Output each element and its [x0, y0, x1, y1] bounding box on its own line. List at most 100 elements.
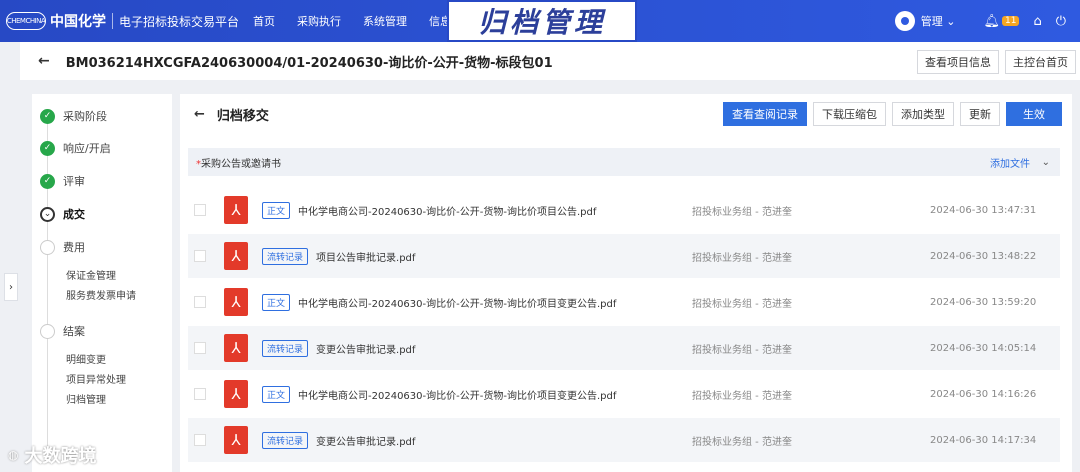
section-header: *采购公告或邀请书 添加文件 ⌄ — [188, 148, 1060, 176]
step-close[interactable]: 结案 — [40, 323, 85, 339]
file-tag: 流转记录 — [262, 431, 309, 449]
chevron-down-icon[interactable]: ⌄ — [1042, 157, 1050, 168]
pdf-icon: ⅄ — [224, 242, 248, 270]
file-row[interactable]: ⅄ 正文 中化学电商公司-20240630-询比价-公开-货物-询比价项目公告.… — [188, 188, 1060, 232]
notification-badge: 11 — [1001, 16, 1020, 26]
add-file-link[interactable]: 添加文件 — [990, 155, 1030, 170]
file-uploader: 招投标业务组 - 范进奎 — [692, 206, 792, 218]
update-button[interactable]: 更新 — [960, 102, 1000, 126]
panel-header: ← 归档移交 查看查阅记录 下载压缩包 添加类型 更新 生效 — [180, 94, 1072, 134]
file-time: 2024-06-30 14:17:34 — [930, 434, 1037, 446]
watermark: ◍ 大数跨境 — [8, 442, 96, 468]
file-row[interactable]: ⅄ 流转记录 变更公告审批记录.pdf 招投标业务组 - 范进奎 2024-06… — [188, 418, 1060, 462]
row-checkbox[interactable] — [194, 434, 206, 446]
user-name[interactable]: 管理 ⌄ — [921, 13, 956, 29]
archive-transfer-panel: ← 归档移交 查看查阅记录 下载压缩包 添加类型 更新 生效 *采购公告或邀请书… — [180, 94, 1072, 472]
user-icon — [900, 17, 909, 25]
step-award[interactable]: ⌄ 成交 — [40, 206, 85, 222]
banner-title: 归档管理 — [477, 6, 606, 39]
pdf-icon: ⅄ — [224, 288, 248, 316]
bell-icon[interactable]: 🔔︎ — [983, 14, 1000, 29]
project-header: ← BM036214HXCGFA240630004/01-20240630-询比… — [20, 42, 1080, 80]
pdf-icon: ⅄ — [224, 426, 248, 454]
row-checkbox[interactable] — [194, 388, 206, 400]
logo-text: 中国化学 — [50, 14, 106, 30]
logout-icon[interactable]: ⏻ — [1056, 14, 1066, 29]
avatar[interactable] — [894, 11, 915, 31]
file-uploader: 招投标业务组 - 范进奎 — [692, 344, 792, 356]
logo[interactable]: CHEMCHINA 中国化学 — [6, 11, 106, 31]
view-project-info-button[interactable]: 查看项目信息 — [917, 50, 999, 74]
header-actions: 查看项目信息 主控台首页 — [911, 50, 1076, 74]
file-tag: 流转记录 — [262, 339, 309, 357]
sidebar-item-deposit-management[interactable]: 保证金管理 — [66, 267, 116, 282]
file-tag: 正文 — [262, 385, 291, 403]
nav-home[interactable]: 首页 — [253, 13, 275, 29]
file-row[interactable]: ⅄ 流转记录 项目公告审批记录.pdf 招投标业务组 - 范进奎 2024-06… — [188, 234, 1060, 278]
step-response[interactable]: ✓ 响应/开启 — [40, 140, 111, 156]
step-label: 采购阶段 — [63, 110, 107, 123]
nav-system-management[interactable]: 系统管理 — [363, 13, 407, 29]
file-row[interactable]: ⅄ 流转记录 变更公告审批记录.pdf 招投标业务组 - 范进奎 2024-06… — [188, 326, 1060, 370]
add-type-button[interactable]: 添加类型 — [892, 102, 954, 126]
chevron-down-icon: ⌄ — [40, 206, 55, 222]
main-nav: 首页 采购执行 系统管理 信息 — [253, 13, 473, 29]
file-name-link[interactable]: 中化学电商公司-20240630-询比价-公开-货物-询比价项目变更公告.pdf — [298, 295, 616, 310]
pending-dot-icon — [40, 239, 55, 255]
expand-sidebar-toggle[interactable]: › — [4, 273, 18, 301]
file-row[interactable]: ⅄ 正文 中化学电商公司-20240630-询比价-公开-货物-询比价项目变更公… — [188, 280, 1060, 324]
row-checkbox[interactable] — [194, 204, 206, 216]
company-logo-icon: CHEMCHINA — [6, 12, 46, 30]
file-name-link[interactable]: 中化学电商公司-20240630-询比价-公开-货物-询比价项目公告.pdf — [298, 203, 596, 218]
home-icon[interactable]: ⌂ — [1033, 14, 1041, 29]
file-uploader: 招投标业务组 - 范进奎 — [692, 390, 792, 402]
sidebar-item-exception-handling[interactable]: 项目异常处理 — [66, 371, 126, 386]
file-name-link[interactable]: 项目公告审批记录.pdf — [316, 249, 415, 264]
section-title-text: 采购公告或邀请书 — [201, 158, 281, 170]
file-name-link[interactable]: 变更公告审批记录.pdf — [316, 433, 415, 448]
panel-actions: 查看查阅记录 下载压缩包 添加类型 更新 生效 — [717, 102, 1062, 126]
file-row[interactable]: ⅄ 正文 中化学电商公司-20240630-询比价-公开-货物-询比价项目变更公… — [188, 372, 1060, 416]
file-name-link[interactable]: 变更公告审批记录.pdf — [316, 341, 415, 356]
step-evaluation[interactable]: ✓ 评审 — [40, 173, 85, 189]
user-area: 管理 ⌄ 🔔︎ 11 ⌂ ⏻ — [894, 0, 1080, 42]
file-time: 2024-06-30 14:05:14 — [930, 342, 1037, 354]
console-home-button[interactable]: 主控台首页 — [1005, 50, 1076, 74]
check-icon: ✓ — [40, 140, 55, 156]
chevron-right-icon: › — [9, 281, 13, 293]
step-label: 响应/开启 — [63, 142, 111, 155]
step-label: 费用 — [63, 241, 85, 254]
back-arrow-icon[interactable]: ← — [194, 107, 205, 122]
watermark-text: 大数跨境 — [24, 446, 97, 467]
nav-procurement[interactable]: 采购执行 — [297, 13, 341, 29]
bid-package-title: BM036214HXCGFA240630004/01-20240630-询比价-… — [65, 55, 553, 71]
file-uploader: 招投标业务组 - 范进奎 — [692, 252, 792, 264]
sidebar-item-service-fee-invoice[interactable]: 服务费发票申请 — [66, 287, 136, 302]
step-procurement[interactable]: ✓ 采购阶段 — [40, 108, 107, 124]
step-label: 评审 — [63, 175, 85, 188]
effective-button[interactable]: 生效 — [1006, 102, 1062, 126]
row-checkbox[interactable] — [194, 250, 206, 262]
sidebar-item-detail-change[interactable]: 明细变更 — [66, 351, 106, 366]
pdf-icon: ⅄ — [224, 380, 248, 408]
view-access-records-button[interactable]: 查看查阅记录 — [723, 102, 807, 126]
sidebar-item-archive-management[interactable]: 归档管理 — [66, 391, 106, 406]
file-name-link[interactable]: 中化学电商公司-20240630-询比价-公开-货物-询比价项目变更公告.pdf — [298, 387, 616, 402]
row-checkbox[interactable] — [194, 296, 206, 308]
pending-dot-icon — [40, 323, 55, 339]
file-tag: 流转记录 — [262, 247, 309, 265]
file-tag: 正文 — [262, 293, 291, 311]
panel-title: 归档移交 — [216, 108, 269, 124]
back-arrow-icon[interactable]: ← — [38, 53, 50, 69]
step-label: 结案 — [63, 325, 85, 338]
platform-name: 电子招标投标交易平台 — [119, 14, 240, 29]
row-checkbox[interactable] — [194, 342, 206, 354]
step-fees[interactable]: 费用 — [40, 239, 85, 255]
file-tag: 正文 — [262, 201, 291, 219]
download-zip-button[interactable]: 下载压缩包 — [813, 102, 886, 126]
logo-divider — [112, 13, 113, 29]
file-time: 2024-06-30 14:16:26 — [930, 388, 1037, 400]
page-banner: 归档管理 — [447, 0, 637, 42]
check-icon: ✓ — [40, 108, 55, 124]
user-name-label: 管理 — [920, 15, 943, 28]
